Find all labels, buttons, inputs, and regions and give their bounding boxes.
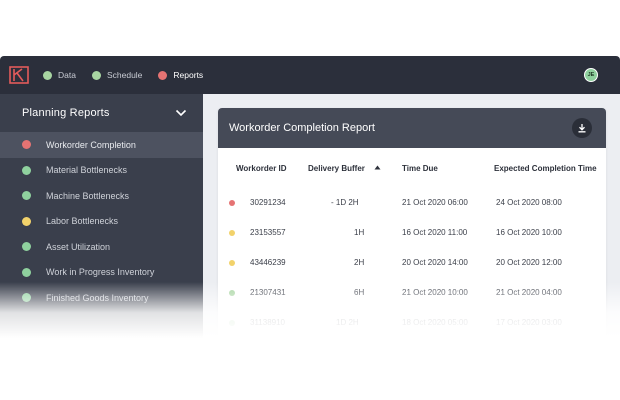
sidebar-item-material-bottlenecks[interactable]: Material Bottlenecks (0, 158, 203, 184)
status-dot (91, 70, 101, 80)
cell-workorder-id: 43446239 (250, 258, 286, 267)
status-dot (229, 290, 235, 296)
column-header-workorder-id[interactable]: Workorder ID (236, 164, 287, 173)
nav-item-reports[interactable]: Reports (158, 70, 203, 80)
nav-item-data[interactable]: Data (43, 70, 76, 80)
sidebar-item-label: Material Bottlenecks (46, 165, 128, 176)
download-icon (578, 124, 586, 133)
sidebar-item-label: Asset Utilization (46, 241, 111, 252)
status-dot (229, 320, 235, 326)
cell-workorder-id: 23153557 (250, 228, 286, 237)
sidebar-item-machine-bottlenecks[interactable]: Machine Bottlenecks (0, 183, 203, 209)
brand-logo-icon[interactable] (9, 66, 29, 84)
sidebar-item-workorder-completion[interactable]: Workorder Completion (0, 132, 203, 158)
table-row[interactable]: 30291234 - 1D 2H 21 Oct 2020 06:00 24 Oc… (218, 188, 606, 218)
table-row[interactable]: 43446239 2H 20 Oct 2020 14:00 20 Oct 202… (218, 248, 606, 278)
table-row[interactable]: 31138910 1D 2H 18 Oct 2020 05:00 17 Oct … (218, 308, 606, 338)
sidebar-title: Planning Reports (22, 107, 110, 119)
cell-delivery-buffer: 2H (354, 258, 365, 267)
report-title: Workorder Completion Report (229, 122, 375, 134)
main-nav: Data Schedule Reports (43, 56, 219, 94)
cell-expected-completion: 24 Oct 2020 08:00 (496, 198, 562, 207)
cell-workorder-id: 30291234 (250, 198, 286, 207)
cell-time-due: 18 Oct 2020 05:00 (402, 318, 468, 327)
sidebar-item-labor-bottlenecks[interactable]: Labor Bottlenecks (0, 209, 203, 235)
report-header: Workorder Completion Report (218, 108, 606, 148)
status-dot (158, 70, 168, 80)
cell-time-due: 21 Oct 2020 06:00 (402, 198, 468, 207)
nav-item-label: Schedule (106, 70, 143, 80)
sidebar-item-label: Finished Goods Inventory (46, 292, 149, 303)
sidebar-item-wip-inventory[interactable]: Work in Progress Inventory (0, 260, 203, 286)
table-row[interactable]: 21307431 6H 21 Oct 2020 10:00 21 Oct 202… (218, 278, 606, 308)
cell-expected-completion: 20 Oct 2020 12:00 (496, 258, 562, 267)
status-dot (229, 200, 235, 206)
cell-workorder-id: 31138910 (250, 318, 285, 327)
sidebar: Planning Reports Workorder Completion Ma… (0, 94, 203, 338)
status-dot (22, 267, 31, 277)
sidebar-item-label: Machine Bottlenecks (46, 190, 130, 201)
cell-time-due: 20 Oct 2020 14:00 (402, 258, 468, 267)
sidebar-item-label: Labor Bottlenecks (46, 216, 119, 227)
cell-expected-completion: 17 Oct 2020 03:00 (496, 318, 562, 327)
nav-item-label: Data (58, 70, 76, 80)
cell-expected-completion: 21 Oct 2020 04:00 (496, 288, 562, 297)
status-dot (43, 70, 52, 80)
sidebar-section-header[interactable]: Planning Reports (0, 94, 203, 132)
nav-item-label: Reports (173, 70, 204, 80)
status-dot (22, 165, 31, 175)
column-header-delivery-buffer[interactable]: Delivery Buffer (308, 164, 365, 173)
download-button[interactable] (572, 118, 592, 138)
chevron-down-icon[interactable] (175, 109, 187, 117)
status-dot (22, 293, 31, 303)
sidebar-item-label: Work in Progress Inventory (46, 267, 155, 278)
cell-time-due: 16 Oct 2020 11:00 (402, 228, 468, 237)
cell-expected-completion: 16 Oct 2020 10:00 (496, 228, 562, 237)
sidebar-item-finished-goods-inventory[interactable]: Finished Goods Inventory (0, 285, 203, 311)
cell-workorder-id: 21307431 (250, 288, 286, 297)
cell-delivery-buffer: 6H (354, 288, 365, 297)
status-dot (22, 191, 31, 201)
cell-delivery-buffer: 1D 2H (336, 318, 359, 327)
sidebar-item-asset-utilization[interactable]: Asset Utilization (0, 234, 203, 260)
column-header-expected-completion[interactable]: Expected Completion Time (494, 164, 597, 173)
cell-delivery-buffer: - 1D 2H (331, 198, 359, 207)
column-header-time-due[interactable]: Time Due (402, 164, 438, 173)
sort-ascending-icon[interactable] (374, 165, 381, 170)
top-navigation-bar: Data Schedule Reports JE (0, 56, 620, 94)
status-dot (22, 216, 31, 226)
status-dot (22, 242, 31, 252)
nav-item-schedule[interactable]: Schedule (91, 70, 143, 80)
table-row[interactable]: 23153557 1H 16 Oct 2020 11:00 16 Oct 202… (218, 218, 606, 248)
cell-delivery-buffer: 1H (354, 228, 365, 237)
app-window: Data Schedule Reports JE Planning Report… (0, 56, 620, 338)
sidebar-item-label: Workorder Completion (46, 139, 136, 150)
status-dot (22, 140, 31, 150)
status-dot (229, 230, 235, 236)
main-content: Workorder Completion Report Workorder ID… (203, 94, 620, 338)
status-dot (229, 260, 235, 266)
user-avatar[interactable]: JE (584, 68, 598, 82)
cell-time-due: 21 Oct 2020 10:00 (402, 288, 468, 297)
table-header: Workorder ID Delivery Buffer Time Due Ex… (218, 148, 606, 188)
report-card: Workorder Completion Report Workorder ID… (218, 108, 606, 338)
